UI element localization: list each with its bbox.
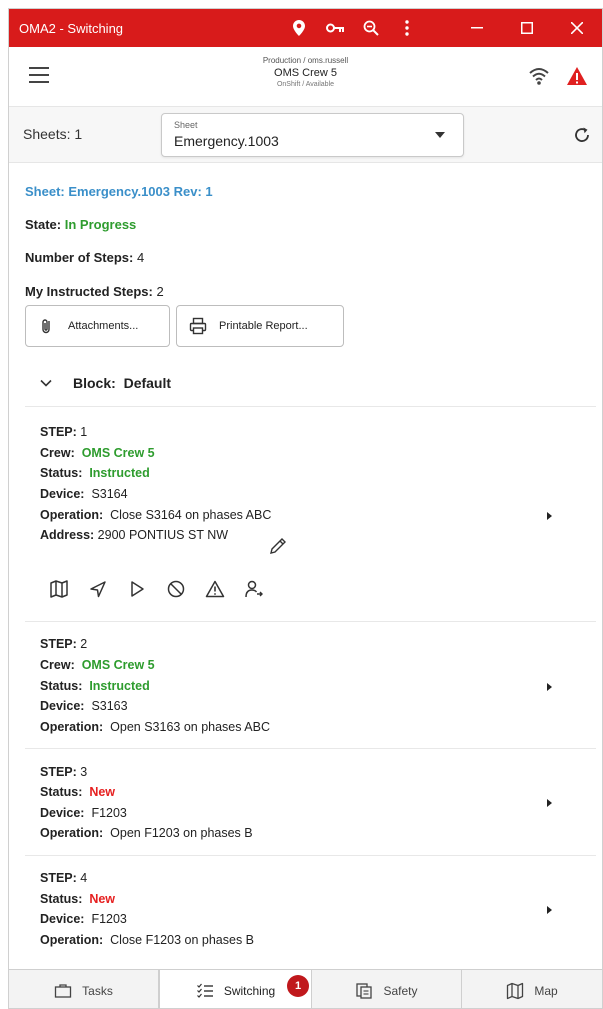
assign-user-icon[interactable]: [244, 579, 264, 599]
instructed-steps-row: My Instructed Steps: 2: [25, 284, 164, 299]
state-value: In Progress: [64, 217, 137, 232]
paperclip-icon: [38, 317, 56, 335]
app-window: OMA2 - Switching Production / oms.russel…: [8, 8, 603, 1009]
instructed-steps-value: 2: [156, 284, 164, 299]
play-icon[interactable]: [127, 579, 147, 599]
bottom-tab-bar: Tasks Switching 1 Safety Map: [9, 969, 602, 1008]
title-bar: OMA2 - Switching: [9, 9, 602, 47]
map-icon[interactable]: [49, 579, 69, 599]
title-toolbar: [281, 9, 425, 47]
step-operation: Close F1203 on phases B: [110, 933, 254, 947]
tab-map[interactable]: Map: [462, 970, 602, 1008]
divider: [25, 406, 596, 407]
divider: [25, 748, 596, 749]
tab-switching[interactable]: Switching 1: [159, 969, 312, 1008]
map-icon: [506, 982, 524, 1000]
printable-report-button[interactable]: Printable Report...: [176, 305, 344, 347]
minimize-button[interactable]: [452, 9, 502, 47]
step-device: S3164: [91, 487, 128, 501]
briefcase-icon: [54, 982, 72, 1000]
divider: [25, 621, 596, 622]
step-crew: OMS Crew 5: [81, 446, 155, 460]
window-title: OMA2 - Switching: [19, 20, 124, 36]
tab-tasks[interactable]: Tasks: [9, 970, 159, 1008]
step-status: Instructed: [89, 466, 150, 480]
step-status: New: [89, 892, 116, 906]
block-label: Block:: [73, 375, 116, 391]
step-action-bar: [49, 579, 283, 599]
attachments-button[interactable]: Attachments...: [25, 305, 170, 347]
steps-count-row: Number of Steps: 4: [25, 250, 145, 265]
steps-count-value: 4: [136, 250, 145, 265]
step-device: F1203: [91, 912, 127, 926]
location-pin-icon[interactable]: [281, 9, 317, 47]
checklist-icon: [196, 982, 214, 1000]
step-status: Instructed: [89, 679, 150, 693]
sheet-title: Sheet: Emergency.1003 Rev: 1: [25, 184, 213, 199]
step-status: New: [89, 785, 116, 799]
zoom-out-icon[interactable]: [353, 9, 389, 47]
navigate-icon[interactable]: [88, 579, 108, 599]
sheet-select[interactable]: Sheet Emergency.1003: [161, 113, 464, 157]
sheet-select-label: Sheet: [174, 120, 198, 130]
step-operation: Close S3164 on phases ABC: [110, 508, 272, 522]
crew-name: OMS Crew 5: [274, 67, 337, 79]
caret-right-icon[interactable]: [547, 512, 552, 520]
divider: [25, 855, 596, 856]
step-device: F1203: [91, 806, 127, 820]
block-name: Default: [123, 375, 172, 391]
sheet-bar: Sheets: 1 Sheet Emergency.1003: [9, 107, 602, 163]
chevron-down-icon: [435, 132, 445, 138]
sheets-count: Sheets: 1: [23, 126, 83, 142]
wifi-icon: [528, 65, 550, 87]
step-device: S3163: [91, 699, 128, 713]
app-header: Production / oms.russell OMS Crew 5 OnSh…: [9, 47, 602, 107]
chevron-down-icon: [39, 376, 53, 390]
step-crew: OMS Crew 5: [81, 658, 155, 672]
step-address: 2900 PONTIUS ST NW: [97, 528, 229, 542]
cancel-icon[interactable]: [166, 579, 186, 599]
caret-right-icon[interactable]: [547, 906, 552, 914]
more-vertical-icon[interactable]: [389, 9, 425, 47]
sheet-select-value: Emergency.1003: [174, 133, 279, 149]
step-operation: Open S3163 on phases ABC: [110, 720, 270, 734]
caret-right-icon[interactable]: [547, 799, 552, 807]
window-controls: [452, 9, 602, 47]
printer-icon: [189, 317, 207, 335]
environment-label: Production / oms.russell: [262, 56, 349, 65]
close-button[interactable]: [552, 9, 602, 47]
crew-info: Production / oms.russell OMS Crew 5 OnSh…: [9, 56, 602, 89]
refresh-icon[interactable]: [572, 125, 592, 145]
key-icon[interactable]: [317, 9, 353, 47]
documents-icon: [355, 982, 373, 1000]
warning-icon[interactable]: [566, 65, 588, 87]
availability-status: OnShift / Available: [276, 81, 335, 88]
warning-icon[interactable]: [205, 579, 225, 599]
edit-pencil-icon[interactable]: [267, 535, 289, 557]
caret-right-icon[interactable]: [547, 683, 552, 691]
tab-safety[interactable]: Safety: [312, 970, 462, 1008]
block-header[interactable]: Block: Default: [39, 375, 171, 391]
maximize-button[interactable]: [502, 9, 552, 47]
state-row: State: In Progress: [25, 217, 137, 232]
step-operation: Open F1203 on phases B: [110, 826, 253, 840]
notification-badge: 1: [287, 975, 309, 997]
